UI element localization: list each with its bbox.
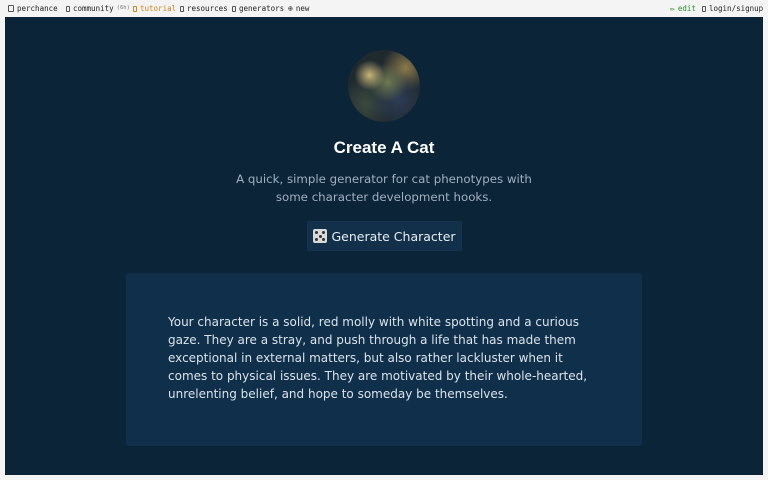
nav-tutorial-link[interactable]: tutorial [133, 0, 176, 17]
list-icon [232, 5, 236, 12]
nav-tutorial-label: tutorial [140, 4, 177, 13]
nav-perchance-link[interactable]: perchance [8, 0, 58, 17]
output-text: Your character is a solid, red molly wit… [168, 315, 588, 401]
plus-circle-icon: ⊕ [288, 3, 293, 13]
generate-character-button[interactable]: Generate Character [307, 221, 462, 251]
top-nav-bar: perchance community (6h) tutorial resour… [0, 0, 768, 17]
dice-icon [8, 5, 14, 12]
edit-label: edit [677, 4, 696, 13]
generator-frame: Create A Cat A quick, simple generator f… [5, 17, 763, 475]
nav-generators-label: generators [239, 4, 285, 13]
nav-community-label: community [73, 4, 114, 13]
community-badge: (6h) [116, 5, 130, 11]
edit-link[interactable]: ✏ edit [670, 0, 696, 17]
nav-generators-link[interactable]: generators [232, 0, 284, 17]
nav-new-label: new [295, 4, 310, 13]
nav-new-link[interactable]: ⊕ new [288, 0, 309, 17]
user-icon [702, 5, 706, 12]
output-panel: Your character is a solid, red molly wit… [126, 273, 642, 446]
page-title: Create A Cat [333, 138, 435, 157]
chat-icon [66, 5, 70, 12]
nav-resources-link[interactable]: resources [180, 0, 228, 17]
login-signup-link[interactable]: login/signup [702, 0, 763, 17]
page-subtitle: A quick, simple generator for cat phenot… [236, 172, 532, 204]
dice-icon [313, 229, 328, 243]
login-signup-label: login/signup [709, 4, 764, 13]
nav-community-link[interactable]: community (6h) [66, 0, 130, 17]
generate-button-label: Generate Character [331, 228, 456, 244]
generator-avatar-image [348, 50, 420, 122]
book-icon [133, 5, 137, 12]
pencil-icon: ✏ [670, 3, 675, 13]
book-icon [180, 5, 184, 12]
nav-resources-label: resources [187, 4, 228, 13]
nav-perchance-label: perchance [17, 4, 58, 13]
